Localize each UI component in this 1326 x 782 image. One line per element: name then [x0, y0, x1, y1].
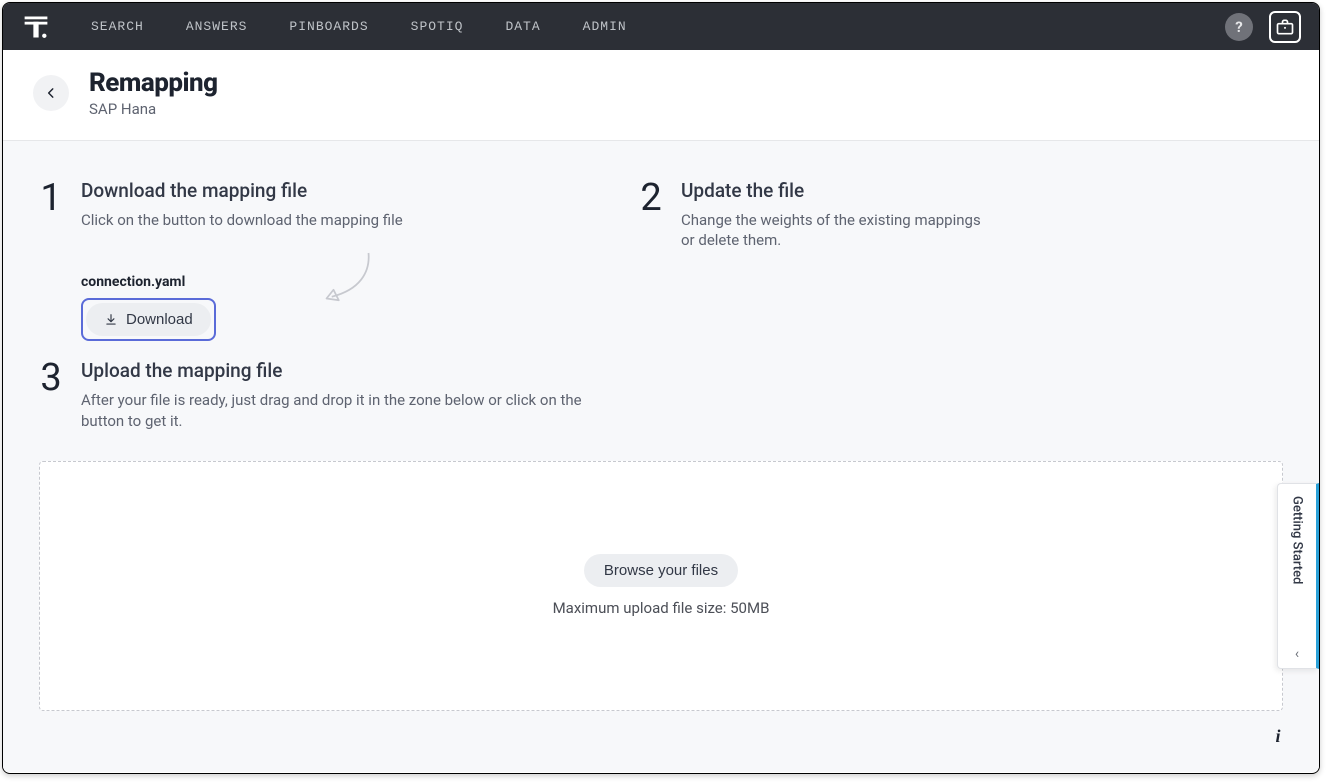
briefcase-icon: [1275, 17, 1295, 37]
title-block: Remapping SAP Hana: [89, 68, 218, 118]
download-icon: [104, 313, 118, 327]
chevron-left-icon: [44, 86, 58, 100]
logo-icon: [22, 13, 50, 41]
nav-answers[interactable]: ANSWERS: [186, 19, 248, 34]
step-1: 1 Download the mapping file Click on the…: [39, 179, 599, 341]
step-3-desc: After your file is ready, just drag and …: [81, 390, 601, 431]
upload-dropzone[interactable]: Browse your files Maximum upload file si…: [39, 461, 1283, 711]
nav-admin[interactable]: ADMIN: [583, 19, 627, 34]
step-1-head: 1 Download the mapping file Click on the…: [39, 179, 599, 230]
nav-pinboards[interactable]: PINBOARDS: [289, 19, 368, 34]
step-3-title: Upload the mapping file: [81, 359, 601, 382]
step-1-body: connection.yaml Download: [81, 274, 599, 341]
step-2-title: Update the file: [681, 179, 981, 202]
step-1-title: Download the mapping file: [81, 179, 403, 202]
upload-max-size-text: Maximum upload file size: 50MB: [553, 599, 770, 617]
step-1-desc: Click on the button to download the mapp…: [81, 210, 403, 230]
download-focus-ring: Download: [81, 298, 216, 341]
decorative-arrow: [316, 246, 386, 316]
getting-started-tab[interactable]: Getting Started ‹: [1277, 483, 1319, 669]
nav-data[interactable]: DATA: [505, 19, 540, 34]
step-2-number: 2: [639, 179, 663, 341]
curved-arrow-icon: [316, 246, 386, 316]
nav-search[interactable]: SEARCH: [91, 19, 144, 34]
profile-button[interactable]: [1269, 11, 1301, 43]
info-icon: i: [1275, 726, 1280, 747]
page-subtitle: SAP Hana: [89, 100, 218, 118]
browse-files-button[interactable]: Browse your files: [584, 554, 738, 587]
chevron-left-icon: ‹: [1295, 646, 1299, 662]
top-nav: SEARCH ANSWERS PINBOARDS SPOTIQ DATA ADM…: [3, 3, 1319, 50]
help-button[interactable]: ?: [1225, 13, 1253, 41]
getting-started-label: Getting Started: [1290, 496, 1305, 584]
main-content: 1 Download the mapping file Click on the…: [3, 141, 1319, 772]
download-button[interactable]: Download: [86, 303, 211, 336]
page-header: Remapping SAP Hana: [3, 50, 1319, 141]
nav-right: ?: [1225, 11, 1301, 43]
app-logo[interactable]: [21, 12, 51, 42]
app-frame: SEARCH ANSWERS PINBOARDS SPOTIQ DATA ADM…: [2, 2, 1320, 774]
help-icon: ?: [1235, 18, 1242, 36]
step-2: 2 Update the file Change the weights of …: [639, 179, 1139, 341]
step-1-number: 1: [39, 179, 63, 230]
nav-items: SEARCH ANSWERS PINBOARDS SPOTIQ DATA ADM…: [91, 19, 627, 34]
step-3-number: 3: [39, 359, 63, 431]
step-2-desc: Change the weights of the existing mappi…: [681, 210, 981, 251]
page-title: Remapping: [89, 68, 218, 98]
steps-row: 1 Download the mapping file Click on the…: [39, 179, 1283, 341]
step-3: 3 Upload the mapping file After your fil…: [39, 359, 1283, 431]
download-button-label: Download: [126, 311, 193, 328]
info-button[interactable]: i: [1263, 721, 1293, 751]
back-button[interactable]: [33, 75, 69, 111]
nav-spotiq[interactable]: SPOTIQ: [411, 19, 464, 34]
